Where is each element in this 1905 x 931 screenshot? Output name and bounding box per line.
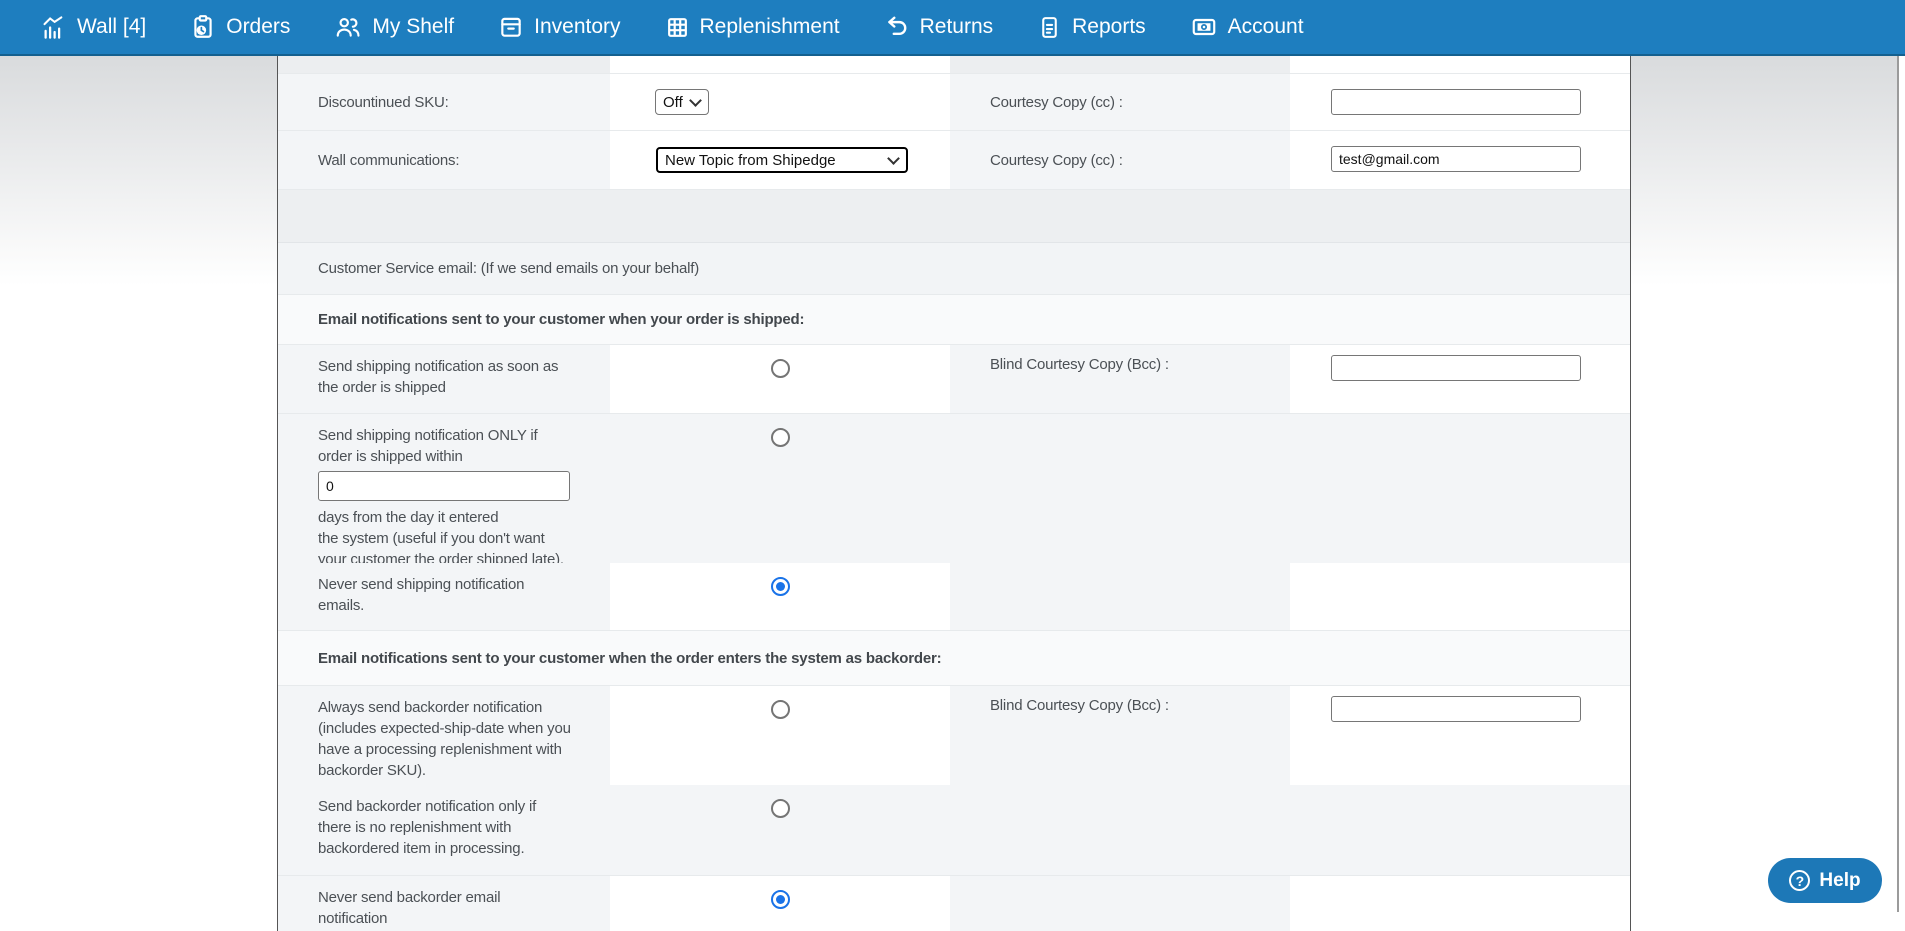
ship-within-radio[interactable] bbox=[771, 428, 790, 447]
ship-within-label: Send shipping notification ONLY if order… bbox=[318, 425, 596, 467]
nav-item-returns[interactable]: Returns bbox=[884, 14, 994, 40]
nav-item-inventory[interactable]: Inventory bbox=[498, 14, 620, 40]
discontinued-sku-label: Discountinued SKU: bbox=[278, 74, 610, 130]
chevron-down-icon bbox=[689, 94, 702, 107]
nav-item-replenishment[interactable]: Replenishment bbox=[665, 15, 840, 40]
spacer-row bbox=[278, 190, 1630, 243]
bcc-backorder-label: Blind Courtesy Copy (Bcc) : bbox=[950, 686, 1290, 787]
courtesy-copy-label: Courtesy Copy (cc) : bbox=[950, 131, 1290, 189]
bcc-shipped-label: Blind Courtesy Copy (Bcc) : bbox=[950, 345, 1290, 413]
inventory-box-icon bbox=[498, 14, 524, 40]
right-gutter-shade bbox=[1631, 56, 1897, 286]
nav-item-label: Inventory bbox=[534, 15, 620, 39]
ship-within-days-input[interactable] bbox=[318, 471, 570, 501]
courtesy-copy-label: Courtesy Copy (cc) : bbox=[950, 74, 1290, 130]
backorder-if-no-replenishment-radio[interactable] bbox=[771, 799, 790, 818]
wall-communications-label: Wall communications: bbox=[278, 131, 610, 189]
help-button-label: Help bbox=[1819, 870, 1860, 892]
ship-within-note: days from the day it entered the system … bbox=[318, 507, 596, 570]
row-wall-communications: Wall communications: New Topic from Ship… bbox=[278, 131, 1630, 190]
nav-item-label: My Shelf bbox=[372, 15, 454, 39]
shipped-section-header: Email notifications sent to your custome… bbox=[278, 295, 1630, 345]
top-nav-bar: Wall [4] Orders bbox=[0, 0, 1905, 56]
bcc-shipped-input[interactable] bbox=[1331, 355, 1581, 381]
nav-item-label: Replenishment bbox=[700, 15, 840, 39]
discontinued-sku-select[interactable]: Off bbox=[655, 89, 709, 115]
nav-item-label: Returns bbox=[920, 15, 994, 39]
backorder-if-no-replenishment-label: Send backorder notification only if ther… bbox=[278, 785, 610, 875]
ship-asap-label: Send shipping notification as soon as th… bbox=[278, 345, 610, 413]
courtesy-copy-email-input[interactable] bbox=[1331, 146, 1581, 172]
settings-table: Discountinued SKU: Off Courtesy Copy (cc… bbox=[277, 56, 1631, 931]
row-never-ship: Never send shipping notification emails. bbox=[278, 563, 1630, 631]
never-ship-label: Never send shipping notification emails. bbox=[278, 563, 610, 630]
account-card-icon bbox=[1190, 14, 1218, 40]
returns-undo-icon bbox=[884, 14, 910, 40]
backorder-section-header: Email notifications sent to your custome… bbox=[278, 631, 1630, 686]
nav-item-label: Account bbox=[1228, 15, 1304, 39]
chevron-down-icon bbox=[887, 152, 900, 165]
row-never-backorder: Never send backorder email notification bbox=[278, 876, 1630, 931]
help-button[interactable]: ? Help bbox=[1768, 858, 1882, 903]
row-ship-asap: Send shipping notification as soon as th… bbox=[278, 345, 1630, 414]
wall-communications-select[interactable]: New Topic from Shipedge bbox=[656, 147, 908, 173]
orders-clipboard-icon bbox=[190, 14, 216, 40]
nav-item-label: Reports bbox=[1072, 15, 1146, 39]
nav-item-account[interactable]: Account bbox=[1190, 14, 1304, 40]
my-shelf-users-icon bbox=[334, 14, 362, 40]
nav-item-wall[interactable]: Wall [4] bbox=[40, 14, 146, 41]
nav-item-orders[interactable]: Orders bbox=[190, 14, 290, 40]
customer-service-email-note: Customer Service email: (If we send emai… bbox=[278, 243, 1630, 295]
question-mark-icon: ? bbox=[1789, 870, 1810, 891]
settings-page: Wall [4] Orders bbox=[0, 0, 1905, 931]
never-ship-radio[interactable] bbox=[771, 577, 790, 596]
nav-item-label: Orders bbox=[226, 15, 290, 39]
row-discontinued-sku: Discountinued SKU: Off Courtesy Copy (cc… bbox=[278, 74, 1630, 131]
wall-chart-icon bbox=[40, 14, 67, 41]
nav-item-label: Wall [4] bbox=[77, 15, 146, 39]
scrollbar[interactable] bbox=[1897, 56, 1899, 912]
courtesy-copy-input[interactable] bbox=[1331, 89, 1581, 115]
row-ship-within: Send shipping notification ONLY if order… bbox=[278, 414, 1630, 563]
ship-asap-radio[interactable] bbox=[771, 359, 790, 378]
nav-item-my-shelf[interactable]: My Shelf bbox=[334, 14, 454, 40]
never-backorder-radio[interactable] bbox=[771, 890, 790, 909]
always-backorder-label: Always send backorder notification (incl… bbox=[278, 686, 610, 787]
replenishment-grid-icon bbox=[665, 15, 690, 40]
nav-item-reports[interactable]: Reports bbox=[1037, 15, 1146, 40]
left-gutter-shade bbox=[0, 56, 277, 286]
row-backorder-if-no-replenishment: Send backorder notification only if ther… bbox=[278, 785, 1630, 876]
never-backorder-label: Never send backorder email notification bbox=[278, 876, 610, 931]
row-always-backorder: Always send backorder notification (incl… bbox=[278, 686, 1630, 785]
reports-document-icon bbox=[1037, 15, 1062, 40]
bcc-backorder-input[interactable] bbox=[1331, 696, 1581, 722]
always-backorder-radio[interactable] bbox=[771, 700, 790, 719]
partial-row-top bbox=[278, 56, 1630, 74]
